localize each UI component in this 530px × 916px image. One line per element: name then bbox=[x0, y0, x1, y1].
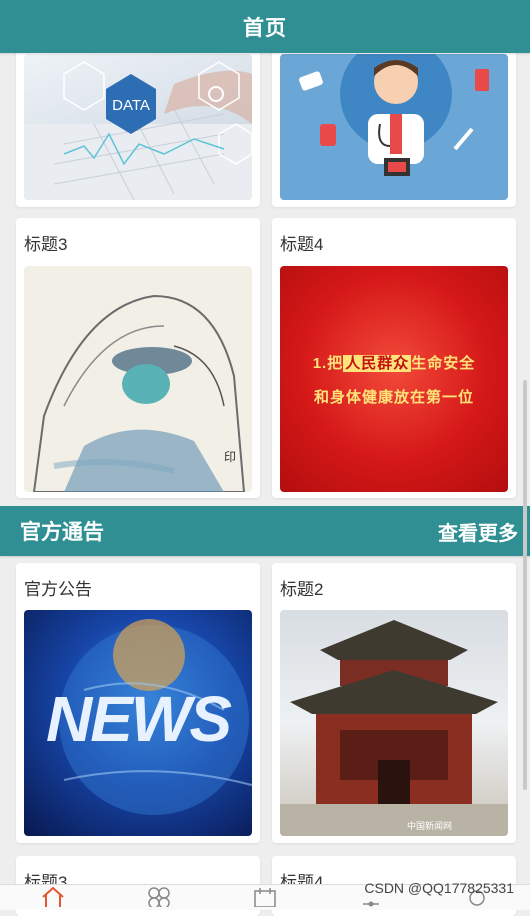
home-icon bbox=[42, 886, 64, 907]
card-title2-bottom[interactable]: 标题2 中国新闻网 bbox=[272, 563, 516, 843]
calendar-icon bbox=[254, 888, 276, 907]
doctor-illustration-image bbox=[280, 54, 508, 200]
news-globe-image: NEWS bbox=[24, 610, 252, 836]
card-doctor[interactable] bbox=[272, 40, 516, 207]
card-title: 标题3 bbox=[24, 235, 68, 254]
page-header: 首页 bbox=[0, 0, 530, 53]
tab-home[interactable] bbox=[33, 885, 73, 910]
red-poster-image: 1.把 人民群众 生命安全 和身体健康放在第一位 bbox=[280, 266, 508, 492]
data-tech-image: DATA bbox=[24, 54, 252, 200]
svg-text:DATA: DATA bbox=[112, 97, 150, 114]
card-title: 官方公告 bbox=[24, 580, 92, 599]
card-official-notice[interactable]: 官方公告 NEWS bbox=[16, 563, 260, 843]
scrollbar[interactable] bbox=[523, 380, 527, 790]
card-title: 标题4 bbox=[280, 235, 324, 254]
card-title4-top[interactable]: 标题4 1.把 人民群众 生命安全 和身体健康放在第一位 bbox=[272, 218, 516, 498]
card-data-tech[interactable]: DATA bbox=[16, 40, 260, 207]
news-image-text: NEWS bbox=[46, 683, 232, 755]
pavilion-photo-image: 中国新闻网 bbox=[280, 610, 508, 836]
poster-line-1: 1.把 人民群众 生命安全 bbox=[312, 355, 476, 372]
view-more-link[interactable]: 查看更多 bbox=[438, 517, 518, 546]
page-title: 首页 bbox=[243, 16, 287, 40]
card-title3-top[interactable]: 标题3 印 bbox=[16, 218, 260, 498]
medical-worker-sketch-image: 印 bbox=[24, 266, 252, 492]
tab-calendar[interactable] bbox=[245, 885, 285, 910]
tab-category[interactable] bbox=[139, 885, 179, 910]
card-title: 标题2 bbox=[280, 580, 324, 599]
grid-icon bbox=[148, 887, 170, 907]
watermark-text: CSDN @QQ177825331 bbox=[364, 880, 514, 896]
photo-caption: 中国新闻网 bbox=[406, 821, 452, 831]
page-content: DATA 标题3 印 标题4 1.把 人民群众 生命安全 和身体健康放在第一位 … bbox=[0, 0, 530, 916]
poster-line-2: 和身体健康放在第一位 bbox=[313, 389, 474, 406]
section-title: 官方通告 bbox=[20, 521, 104, 544]
svg-text:印: 印 bbox=[224, 450, 236, 464]
announcement-section-header: 官方通告 查看更多 bbox=[0, 506, 530, 556]
